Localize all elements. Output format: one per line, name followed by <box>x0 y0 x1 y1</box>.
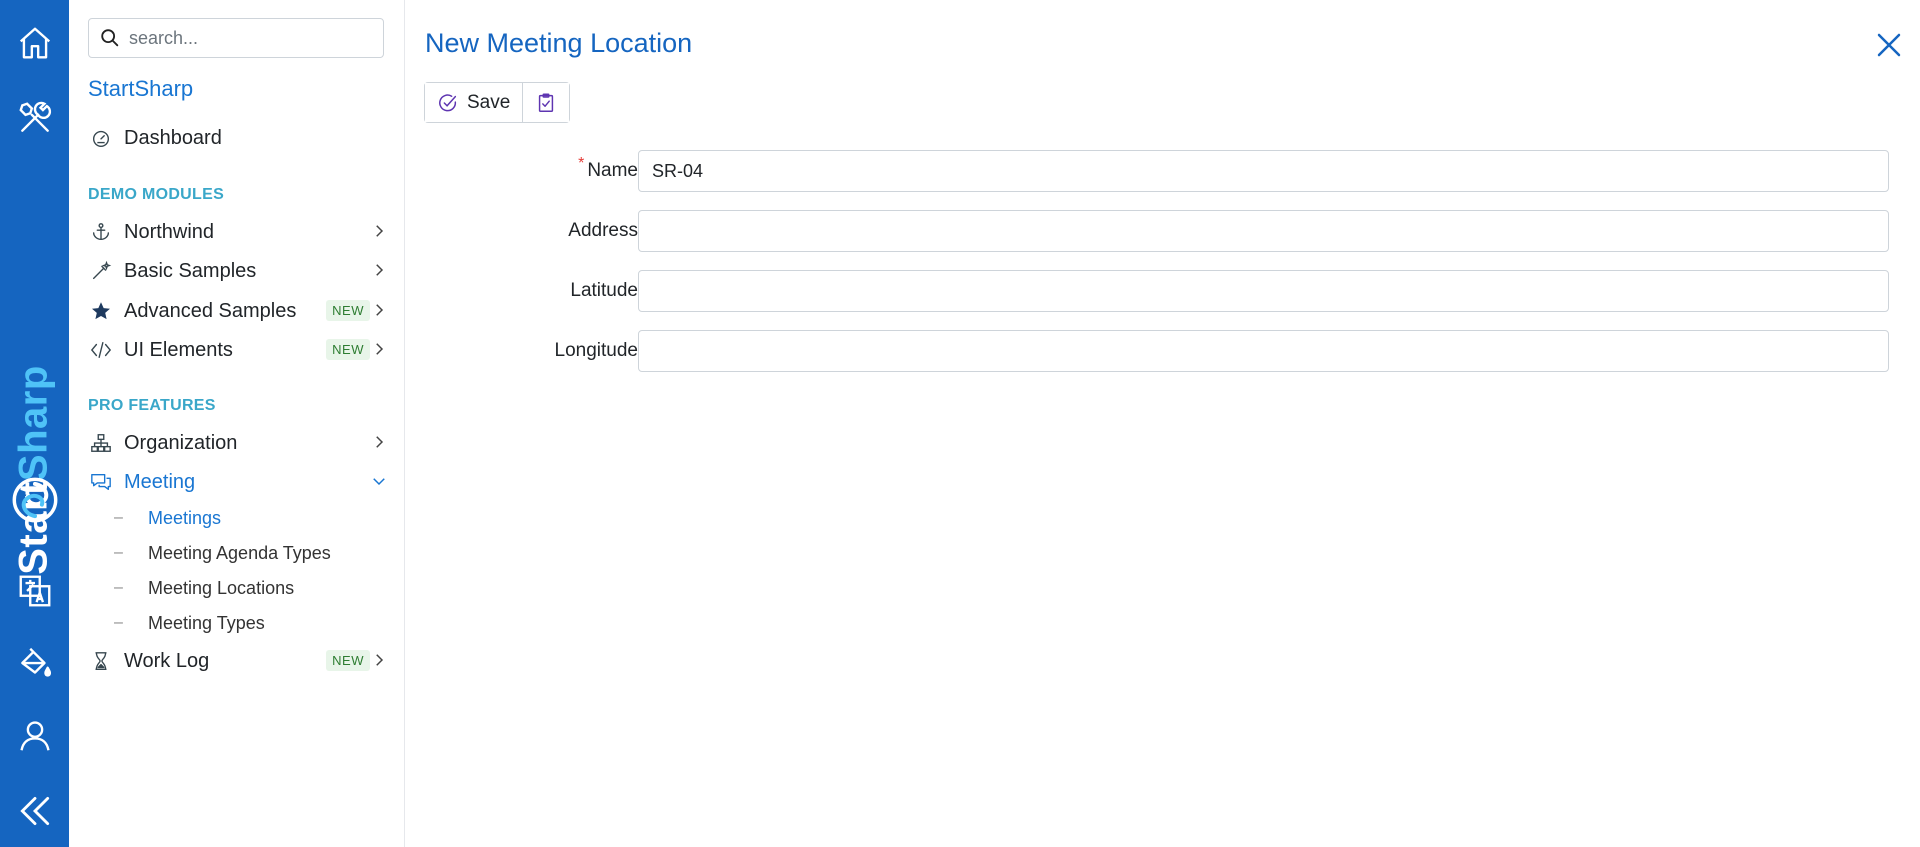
form-row-address: Address <box>405 210 1905 252</box>
chevron-right-icon <box>376 343 384 355</box>
form-row-name: * Name <box>405 150 1905 192</box>
anchor-icon <box>88 219 114 245</box>
search-icon <box>101 29 119 47</box>
toolbar: Save <box>424 82 571 123</box>
form-row-longitude: Longitude <box>405 330 1905 372</box>
chevron-right-icon <box>376 436 384 448</box>
sidebar-item-advanced-samples[interactable]: Advanced Samples NEW <box>88 293 388 329</box>
chevron-right-icon <box>376 304 384 316</box>
startsharp-logo-icon <box>12 477 58 523</box>
required-marker: * <box>578 155 585 172</box>
dialog: New Meeting Location Save *Name Address … <box>405 0 1920 847</box>
section-title-pro: PRO FEATURES <box>88 397 216 414</box>
sidebar-item-meeting[interactable]: Meeting <box>88 464 388 500</box>
chevron-down-icon <box>373 478 385 486</box>
sidebar-item-northwind[interactable]: Northwind <box>88 214 388 250</box>
rail-brand-text: StartSharp <box>12 365 57 575</box>
search-box[interactable] <box>88 18 384 58</box>
sidebar-item-label: Meeting <box>124 470 196 493</box>
code-icon <box>88 337 114 363</box>
rail-brand-sharp: Sharp <box>11 365 56 482</box>
apply-changes-button[interactable] <box>522 83 570 122</box>
sidebar-subitem-label: Meeting Types <box>148 612 265 633</box>
translate-icon[interactable] <box>0 566 69 616</box>
sidebar-item-label: Dashboard <box>124 126 222 149</box>
chevron-right-icon <box>376 654 384 666</box>
tree-dash: – <box>114 509 123 526</box>
star-icon <box>88 298 114 324</box>
new-badge: NEW <box>326 300 370 321</box>
tools-icon[interactable] <box>0 93 69 143</box>
sidebar-subitem-meeting-types[interactable]: – Meeting Types <box>114 608 265 638</box>
sidebar-subitem-label: Meetings <box>148 507 222 528</box>
chevron-right-icon <box>376 264 384 276</box>
sidebar-item-organization[interactable]: Organization <box>88 425 388 461</box>
sidebar-subitem-label: Meeting Agenda Types <box>148 542 331 563</box>
sidebar-item-ui-elements[interactable]: UI Elements NEW <box>88 332 388 368</box>
sidebar-subitem-meeting-locations[interactable]: – Meeting Locations <box>114 573 294 603</box>
hourglass-icon <box>88 648 114 674</box>
new-badge: NEW <box>326 339 370 360</box>
sidebar-item-label: Basic Samples <box>124 259 257 282</box>
latitude-label: Latitude <box>570 280 638 301</box>
name-field[interactable] <box>638 150 1889 192</box>
save-button[interactable]: Save <box>425 83 523 122</box>
sidebar-item-label: Work Log <box>124 649 210 672</box>
longitude-field[interactable] <box>638 330 1889 372</box>
sidebar-subitem-meeting-agenda-types[interactable]: – Meeting Agenda Types <box>114 538 331 568</box>
chat-icon <box>88 469 114 495</box>
sidebar-item-label: Advanced Samples <box>124 299 297 322</box>
tree-dash: – <box>114 544 123 561</box>
sidebar-item-basic-samples[interactable]: Basic Samples <box>88 253 388 289</box>
dashboard-icon <box>88 125 114 151</box>
chevron-right-icon <box>376 225 384 237</box>
sidebar: StartSharp Dashboard DEMO MODULES Northw… <box>69 0 405 847</box>
close-icon[interactable] <box>1874 30 1904 60</box>
sidebar-item-label: UI Elements <box>124 338 233 361</box>
tree-dash: – <box>114 579 123 596</box>
sidebar-item-label: Organization <box>124 431 238 454</box>
latitude-field[interactable] <box>638 270 1889 312</box>
new-badge: NEW <box>326 650 370 671</box>
theme-icon[interactable] <box>0 638 69 688</box>
form-row-latitude: Latitude <box>405 270 1905 312</box>
page-title: New Meeting Location <box>425 28 693 58</box>
sidebar-item-work-log[interactable]: Work Log NEW <box>88 643 388 679</box>
save-button-label: Save <box>467 91 511 113</box>
section-title-demo: DEMO MODULES <box>88 186 225 203</box>
tree-dash: – <box>114 614 123 631</box>
sidebar-brand[interactable]: StartSharp <box>88 76 193 102</box>
sidebar-subitem-label: Meeting Locations <box>148 577 295 598</box>
sidebar-subitem-meetings[interactable]: – Meetings <box>114 503 221 533</box>
sidebar-item-label: Northwind <box>124 220 215 243</box>
search-input[interactable] <box>129 27 369 49</box>
address-field[interactable] <box>638 210 1889 252</box>
org-chart-icon <box>88 430 114 456</box>
user-icon[interactable] <box>0 711 69 761</box>
icon-rail: StartSharp <box>0 0 69 847</box>
rail-brand: StartSharp <box>0 270 69 575</box>
clipboard-check-icon <box>539 93 554 112</box>
name-label: * Name <box>578 155 638 182</box>
check-circle-icon <box>439 93 457 111</box>
home-icon[interactable] <box>0 18 69 68</box>
address-label: Address <box>568 220 638 241</box>
magic-wand-icon <box>88 258 114 284</box>
name-label-text: Name <box>587 160 638 181</box>
longitude-label: Longitude <box>554 340 638 361</box>
sidebar-item-dashboard[interactable]: Dashboard <box>88 120 388 156</box>
collapse-icon[interactable] <box>0 786 69 836</box>
